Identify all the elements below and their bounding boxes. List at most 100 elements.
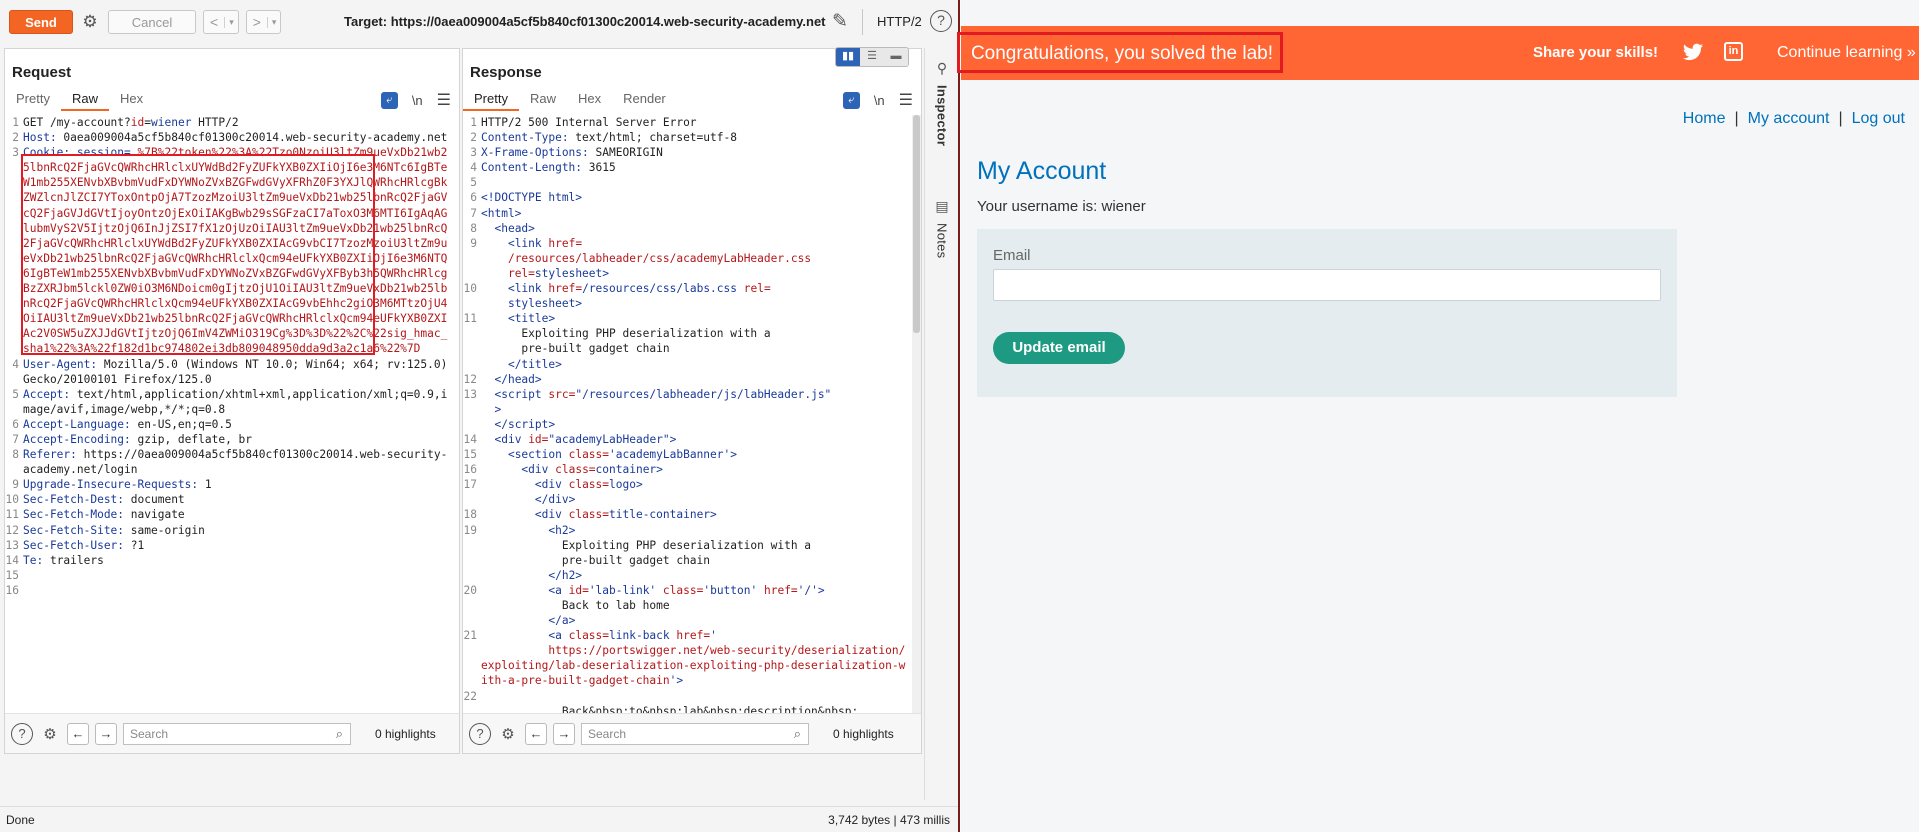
code-line: 22 Back&nbsp;to&nbsp;lab&nbsp;descriptio… (463, 689, 912, 713)
code-line: 3 X-Frame-Options: SAMEORIGIN (463, 145, 912, 160)
side-tab-inspector[interactable]: ⚲ Inspector (925, 60, 959, 146)
code-line: 13 Sec-Fetch-User: ?1 (5, 538, 459, 553)
menu-icon[interactable]: ☰ (437, 90, 451, 110)
chevron-down-icon[interactable]: ▾ (224, 16, 238, 28)
code-text: Back&nbsp;to&nbsp;lab&nbsp;description&n… (481, 704, 859, 713)
code-text: <head> (494, 221, 535, 235)
nav-logout-link[interactable]: Log out (1852, 110, 1905, 127)
nav-separator: | (1734, 110, 1739, 127)
settings-gear-icon[interactable]: ⚙ (39, 723, 61, 745)
continue-learning-link[interactable]: Continue learning » (1777, 44, 1916, 62)
settings-gear-icon[interactable]: ⚙ (497, 723, 519, 745)
twitter-icon[interactable] (1682, 41, 1704, 63)
line-number: 21 (463, 629, 477, 643)
code-text: User-Agent: Mozilla/5.0 (Windows NT 10.0… (23, 357, 459, 387)
code-line: 11 Sec-Fetch-Mode: navigate (5, 507, 459, 522)
line-number: 4 (470, 161, 477, 175)
layout-stacked-icon[interactable]: ☰ (860, 48, 884, 66)
line-number: 19 (463, 523, 477, 537)
tab-pretty[interactable]: Pretty (463, 89, 519, 111)
code-line: 8 Referer: https://0aea009004a5cf5b840cf0… (5, 447, 459, 477)
code-line: 16 <div class=container> (463, 462, 912, 477)
nav-my-account-link[interactable]: My account (1748, 110, 1830, 127)
code-line: 17 <div class=logo> (463, 477, 912, 492)
history-forward-button[interactable]: > ▾ (245, 10, 282, 34)
linkedin-icon[interactable]: in (1724, 42, 1743, 61)
header-value: text/html,application/xhtml+xml,applicat… (23, 387, 448, 416)
layout-tabs-icon[interactable]: ▬ (884, 48, 908, 66)
cancel-button[interactable]: Cancel (108, 10, 196, 34)
code-line: 15 (5, 568, 459, 583)
history-back-button[interactable]: < ▾ (203, 10, 239, 34)
line-number: 22 (463, 689, 477, 703)
line-number: 13 (5, 538, 19, 552)
line-number: 4 (12, 357, 19, 371)
tab-raw[interactable]: Raw (60, 89, 109, 111)
line-number: 9 (470, 236, 477, 250)
search-placeholder: Search (130, 726, 169, 741)
code-text: Content-Length: 3615 (481, 160, 912, 175)
response-editor[interactable]: 1 HTTP/2 500 Internal Server Error 2 Conten… (463, 115, 912, 713)
tab-pretty[interactable]: Pretty (5, 89, 61, 111)
prev-match-arrow-icon[interactable]: ← (67, 722, 89, 745)
header-name: Accept-Language: (23, 417, 131, 431)
show-newlines-icon[interactable]: \n (412, 93, 423, 108)
menu-icon[interactable]: ☰ (899, 90, 913, 110)
prev-match-arrow-icon[interactable]: ← (525, 722, 547, 745)
line-number: 11 (463, 312, 477, 326)
tab-render[interactable]: Render (612, 89, 677, 111)
next-match-arrow-icon[interactable]: → (95, 722, 117, 745)
nav-home-link[interactable]: Home (1683, 110, 1726, 127)
line-number: 14 (463, 432, 477, 446)
response-view-tabs: Pretty Raw Hex Render (463, 89, 677, 111)
request-search-input[interactable]: Search ⌕ (123, 722, 351, 745)
wrap-lines-icon[interactable]: ⤶ (380, 91, 398, 109)
tab-hex[interactable]: Hex (109, 89, 154, 111)
search-icon: ⌕ (793, 725, 801, 741)
next-match-arrow-icon[interactable]: → (553, 722, 575, 745)
line-number: 12 (463, 372, 477, 386)
tab-raw[interactable]: Raw (519, 89, 567, 111)
header-name: Accept: (23, 387, 71, 401)
line-number: 7 (470, 206, 477, 220)
line-number: 16 (5, 583, 19, 597)
code-line: 16 (5, 583, 459, 598)
header-name: X-Frame-Options: (481, 146, 589, 160)
code-line: 20 <a id='lab-link' class='button' href=… (463, 583, 912, 628)
http-version-label[interactable]: HTTP/2 (877, 14, 922, 29)
code-text: <!DOCTYPE html> (481, 191, 583, 205)
response-search-input[interactable]: Search ⌕ (581, 722, 809, 745)
code-text: <title> Exploiting PHP deserialization w… (481, 312, 771, 371)
toolbar-divider (862, 9, 863, 35)
help-icon[interactable]: ? (469, 722, 491, 745)
request-editor[interactable]: 1 GET /my-account?id=wiener HTTP/2 2 Host: … (5, 115, 459, 713)
side-tab-notes[interactable]: ▤ Notes (925, 198, 959, 258)
layout-toggle: ▮▮ ☰ ▬ (835, 47, 909, 67)
code-text: <h2> Exploiting PHP deserialization with… (481, 523, 812, 582)
chevron-down-icon[interactable]: ▾ (266, 16, 281, 28)
header-value: gzip, deflate, br (130, 432, 253, 446)
update-email-button[interactable]: Update email (993, 332, 1125, 364)
help-icon[interactable]: ? (930, 10, 952, 32)
header-value: en-US,en;q=0.5 (130, 417, 232, 431)
tab-hex[interactable]: Hex (567, 89, 612, 111)
help-icon[interactable]: ? (11, 722, 33, 745)
code-line: 12 Sec-Fetch-Site: same-origin (5, 523, 459, 538)
code-text: Host: 0aea009004a5cf5b840cf01300c20014.w… (23, 130, 459, 145)
header-name: Cookie: session= (23, 146, 131, 160)
page-title: My Account (977, 157, 1107, 185)
code-line: 15 <section class='academyLabBanner'> (463, 447, 912, 462)
layout-side-by-side-icon[interactable]: ▮▮ (836, 48, 860, 66)
line-number: 2 (12, 131, 19, 145)
edit-target-pencil-icon[interactable]: ✎ (832, 10, 848, 33)
email-field[interactable] (993, 269, 1661, 301)
response-scrollbar-thumb[interactable] (913, 115, 920, 333)
settings-gear-icon[interactable]: ⚙ (78, 10, 102, 34)
header-name: User-Agent: (23, 357, 98, 371)
show-newlines-icon[interactable]: \n (874, 93, 885, 108)
line-number: 5 (12, 387, 19, 401)
username-text: Your username is: wiener (977, 198, 1146, 215)
send-button[interactable]: Send (9, 10, 73, 34)
code-text: Accept-Encoding: gzip, deflate, br (23, 432, 459, 447)
wrap-lines-icon[interactable]: ⤶ (842, 91, 860, 109)
